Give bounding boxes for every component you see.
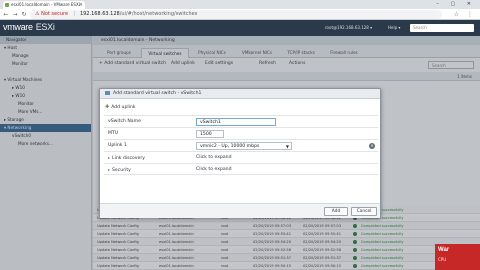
vmware-logo: vmware ESXi [3, 22, 55, 32]
window-controls[interactable]: – ▢ ✕ [436, 0, 476, 9]
add-uplink-button[interactable]: ✚ Add uplink [105, 104, 136, 110]
toast-title: War [438, 247, 450, 253]
form-row-vswitch-name: vSwitch Name vSwitch1 [104, 115, 378, 127]
back-icon[interactable]: ← [2, 10, 10, 19]
vswitch-form: vSwitch Name vSwitch1 MTU 1500 Uplink 1 … [104, 115, 378, 175]
forward-icon[interactable]: → [11, 10, 19, 19]
form-row-mtu: MTU 1500 [104, 127, 378, 139]
url-separator: | [73, 11, 76, 17]
uplink-select[interactable]: vmnic2 - Up, 10000 mbps ▼ [196, 142, 292, 150]
add-vswitch-dialog: Add standard virtual switch - vSwitch1 ✚… [99, 88, 381, 218]
form-row-uplink: Uplink 1 vmnic2 - Up, 10000 mbps ▼ ✕ [104, 139, 378, 151]
security-text: Security [112, 168, 131, 173]
help-menu[interactable]: Help ▾ [388, 25, 400, 30]
dialog-title: Add standard virtual switch - vSwitch1 [113, 91, 202, 96]
esxi-header: vmware ESXi root@192.168.63.128 ▾ Help ▾ … [0, 20, 480, 36]
header-search-input[interactable]: Search [410, 24, 474, 32]
tab-title: esxi01.localdomain - VMware ESXi [11, 2, 80, 7]
logo-esxi: ESXi [35, 22, 55, 32]
star-menu-icon[interactable]: ☆ ⋮ [454, 10, 476, 19]
favicon-icon [5, 3, 9, 7]
form-row-link-discovery[interactable]: ▸ Link discovery Click to expand [104, 151, 378, 163]
plus-icon: ✚ [105, 104, 110, 110]
url-host: 192.168.63.128 [79, 11, 120, 17]
warning-toast[interactable]: War CPU [435, 244, 480, 270]
vswitch-name-input[interactable]: vSwitch1 [196, 118, 276, 126]
link-discovery-text: Link discovery [112, 156, 145, 161]
dialog-title-bar: Add standard virtual switch - vSwitch1 [100, 89, 380, 99]
toast-subtitle: CPU [438, 257, 447, 262]
vswitch-icon [105, 90, 110, 95]
security-expand[interactable]: Click to expand [196, 164, 232, 176]
warning-icon: ⚠ [35, 11, 40, 17]
form-row-security[interactable]: ▸ Security Click to expand [104, 163, 378, 175]
uplink-value: vmnic2 - Up, 10000 mbps [200, 144, 260, 149]
security-label: ▸ Security [108, 164, 131, 177]
browser-tab-strip: esxi01.localdomain - VMware ESXi × – ▢ ✕ [0, 0, 480, 9]
expand-caret-icon: ▸ [108, 167, 111, 172]
logo-vm: vmware [3, 22, 33, 32]
mtu-input[interactable]: 1500 [196, 130, 224, 138]
expand-caret-icon: ▸ [108, 155, 111, 160]
address-bar[interactable]: ⚠ Not secure | 192.168.63.128/ui/#/host/… [30, 10, 442, 19]
dialog-footer: Add Cancel [100, 203, 380, 218]
user-menu[interactable]: root@192.168.63.128 ▾ [325, 25, 372, 30]
add-button[interactable]: Add [324, 207, 348, 216]
chevron-down-icon: ▼ [285, 144, 289, 149]
browser-tab[interactable]: esxi01.localdomain - VMware ESXi × [3, 1, 85, 9]
url-path: /ui/#/host/networking/switches [119, 11, 198, 17]
remove-uplink-icon[interactable]: ✕ [369, 143, 375, 149]
cancel-button[interactable]: Cancel [351, 207, 377, 216]
not-secure-label[interactable]: Not secure [41, 11, 68, 17]
reload-icon[interactable]: ↻ [20, 10, 28, 19]
browser-toolbar: ← → ↻ ⚠ Not secure | 192.168.63.128/ui/#… [0, 9, 480, 20]
add-uplink-label: Add uplink [111, 105, 136, 110]
tab-close-icon[interactable]: × [79, 1, 83, 9]
